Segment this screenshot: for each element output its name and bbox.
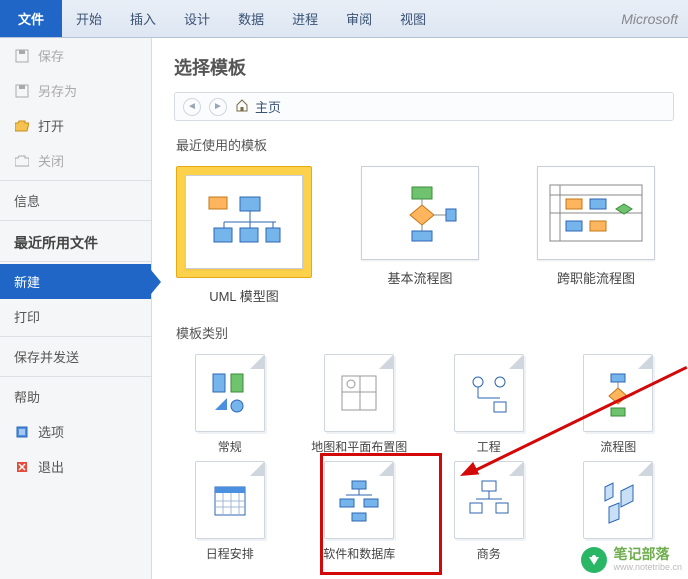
categories-label: 模板类别	[176, 323, 674, 342]
sidebar-item-label: 另存为	[38, 81, 77, 100]
close-file-icon	[14, 153, 30, 169]
sidebar-item-label: 新建	[14, 272, 40, 291]
tab-file[interactable]: 文件	[0, 0, 62, 37]
file-backstage-sidebar: 保存 另存为 打开 关闭 信息 最近所用文件 新建 打印 保存并发送 帮助 选项	[0, 38, 152, 579]
category-business[interactable]: 商务	[433, 461, 545, 562]
sidebar-exit[interactable]: 退出	[0, 449, 151, 484]
save-as-icon	[14, 83, 30, 99]
sidebar-save[interactable]: 保存	[0, 38, 151, 73]
sidebar-recent-header[interactable]: 最近所用文件	[0, 223, 151, 259]
nav-back-button[interactable]: ◄	[183, 98, 201, 116]
watermark-badge-icon	[581, 547, 607, 573]
sidebar-options[interactable]: 选项	[0, 414, 151, 449]
category-label: 常规	[218, 438, 242, 455]
sidebar-print[interactable]: 打印	[0, 299, 151, 334]
template-basic-flowchart[interactable]: 基本流程图	[350, 166, 490, 305]
tab-design[interactable]: 设计	[170, 0, 224, 37]
template-cross-functional[interactable]: 跨职能流程图	[526, 166, 666, 305]
main-panel: 选择模板 ◄ ► 主页 最近使用的模板 UML 模型图 基本流程图	[152, 38, 688, 579]
breadcrumb-home-label: 主页	[255, 97, 281, 116]
category-label: 日程安排	[206, 545, 254, 562]
category-label: 流程图	[600, 438, 636, 455]
save-icon	[14, 48, 30, 64]
tab-data[interactable]: 数据	[224, 0, 278, 37]
exit-icon	[14, 459, 30, 475]
category-general[interactable]: 常规	[174, 354, 286, 455]
category-schedule[interactable]: 日程安排	[174, 461, 286, 562]
app-title: Microsoft	[621, 0, 688, 37]
sidebar-item-label: 关闭	[38, 151, 64, 170]
tab-view[interactable]: 视图	[386, 0, 440, 37]
sidebar-info[interactable]: 信息	[0, 183, 151, 218]
category-flowchart[interactable]: 流程图	[563, 354, 675, 455]
sidebar-new[interactable]: 新建	[0, 264, 151, 299]
nav-forward-button[interactable]: ►	[209, 98, 227, 116]
sidebar-item-label: 保存并发送	[14, 347, 79, 366]
category-engineering[interactable]: 工程	[433, 354, 545, 455]
options-icon	[14, 424, 30, 440]
category-label: 工程	[477, 438, 501, 455]
sidebar-save-send[interactable]: 保存并发送	[0, 339, 151, 374]
category-software-database[interactable]: 软件和数据库	[304, 461, 416, 562]
tab-insert[interactable]: 插入	[116, 0, 170, 37]
category-label: 地图和平面布置图	[311, 438, 407, 455]
sidebar-item-label: 退出	[38, 457, 64, 476]
category-label: 软件和数据库	[323, 545, 395, 562]
tab-review[interactable]: 审阅	[332, 0, 386, 37]
page-title: 选择模板	[174, 54, 674, 80]
template-label: UML 模型图	[209, 286, 279, 305]
home-icon	[235, 98, 249, 115]
watermark-url: www.notetribe.cn	[613, 563, 682, 573]
sidebar-open[interactable]: 打开	[0, 108, 151, 143]
watermark-title: 笔记部落	[613, 547, 682, 562]
sidebar-item-label: 打印	[14, 307, 40, 326]
sidebar-help[interactable]: 帮助	[0, 379, 151, 414]
recent-templates-row: UML 模型图 基本流程图 跨职能流程图	[174, 160, 674, 317]
tab-home[interactable]: 开始	[62, 0, 116, 37]
sidebar-item-label: 打开	[38, 116, 64, 135]
sidebar-item-label: 选项	[38, 422, 64, 441]
recent-templates-label: 最近使用的模板	[176, 135, 674, 154]
sidebar-item-label: 保存	[38, 46, 64, 65]
template-label: 跨职能流程图	[557, 268, 635, 287]
ribbon-tabs: 文件 开始 插入 设计 数据 进程 审阅 视图 Microsoft	[0, 0, 688, 38]
sidebar-close[interactable]: 关闭	[0, 143, 151, 178]
template-label: 基本流程图	[387, 268, 452, 287]
category-label: 商务	[477, 545, 501, 562]
folder-open-icon	[14, 118, 30, 134]
watermark: 笔记部落 www.notetribe.cn	[581, 547, 682, 573]
category-row-1: 常规 地图和平面布置图 工程 流程图	[174, 348, 674, 455]
breadcrumb: ◄ ► 主页	[174, 92, 674, 121]
tab-process[interactable]: 进程	[278, 0, 332, 37]
sidebar-item-label: 信息	[14, 191, 40, 210]
breadcrumb-home[interactable]: 主页	[235, 97, 281, 116]
category-row-2: 日程安排 软件和数据库 商务	[174, 455, 674, 562]
sidebar-item-label: 帮助	[14, 387, 40, 406]
template-uml[interactable]: UML 模型图	[174, 166, 314, 305]
sidebar-save-as[interactable]: 另存为	[0, 73, 151, 108]
category-maps-floorplans[interactable]: 地图和平面布置图	[304, 354, 416, 455]
